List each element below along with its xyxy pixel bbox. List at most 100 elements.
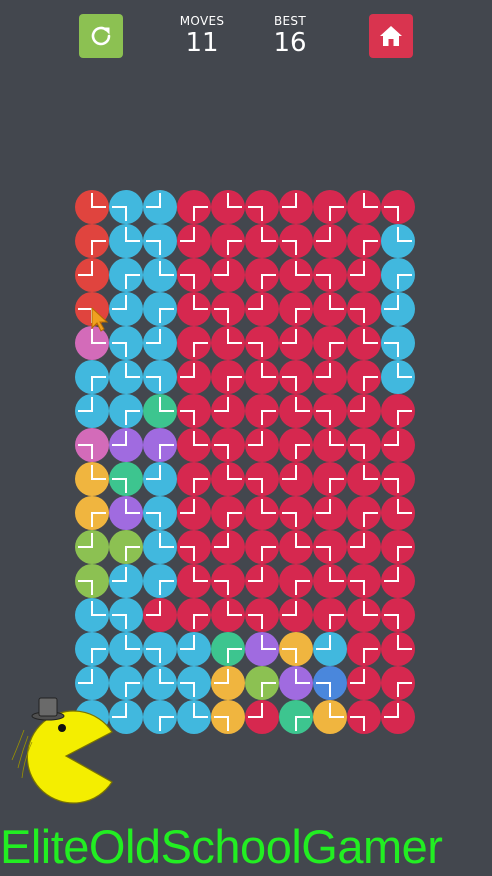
dot-red[interactable] — [381, 394, 415, 428]
dot-green[interactable] — [143, 394, 177, 428]
dot-red[interactable] — [279, 564, 313, 598]
dot-red[interactable] — [245, 258, 279, 292]
dot-red[interactable] — [381, 462, 415, 496]
dot-orange[interactable] — [75, 224, 109, 258]
dot-red[interactable] — [381, 496, 415, 530]
dot-red[interactable] — [211, 360, 245, 394]
dot-yellow[interactable] — [75, 462, 109, 496]
dot-red[interactable] — [177, 564, 211, 598]
dot-red[interactable] — [279, 530, 313, 564]
dot-blue[interactable] — [143, 700, 177, 734]
dot-red[interactable] — [279, 258, 313, 292]
dot-red[interactable] — [279, 360, 313, 394]
dot-red[interactable] — [177, 462, 211, 496]
dot-red[interactable] — [347, 564, 381, 598]
dot-green[interactable] — [279, 700, 313, 734]
dot-blue[interactable] — [109, 360, 143, 394]
dot-red[interactable] — [279, 462, 313, 496]
dot-red[interactable] — [211, 292, 245, 326]
dot-red[interactable] — [347, 666, 381, 700]
dot-blue[interactable] — [381, 258, 415, 292]
dot-red[interactable] — [279, 190, 313, 224]
dot-red[interactable] — [245, 292, 279, 326]
dot-red[interactable] — [279, 292, 313, 326]
dot-red[interactable] — [347, 632, 381, 666]
dot-red[interactable] — [177, 496, 211, 530]
dot-red[interactable] — [347, 326, 381, 360]
dot-red[interactable] — [347, 224, 381, 258]
dot-red[interactable] — [313, 326, 347, 360]
dot-yellow[interactable] — [313, 700, 347, 734]
dot-blue[interactable] — [109, 326, 143, 360]
dot-red[interactable] — [211, 564, 245, 598]
dot-violet[interactable] — [245, 632, 279, 666]
dot-red[interactable] — [177, 258, 211, 292]
dot-blue[interactable] — [75, 360, 109, 394]
dot-red[interactable] — [211, 428, 245, 462]
dot-red[interactable] — [313, 428, 347, 462]
dot-blue[interactable] — [143, 666, 177, 700]
dot-blue[interactable] — [143, 292, 177, 326]
dot-red[interactable] — [211, 190, 245, 224]
dot-red[interactable] — [177, 360, 211, 394]
dot-violet[interactable] — [143, 428, 177, 462]
dot-lime[interactable] — [75, 564, 109, 598]
dot-red[interactable] — [211, 496, 245, 530]
dot-red[interactable] — [211, 462, 245, 496]
dot-red[interactable] — [381, 598, 415, 632]
dot-red[interactable] — [313, 258, 347, 292]
dot-red[interactable] — [347, 258, 381, 292]
dot-red[interactable] — [313, 530, 347, 564]
dot-red[interactable] — [245, 462, 279, 496]
dot-blue[interactable] — [109, 190, 143, 224]
dot-red[interactable] — [381, 428, 415, 462]
home-button[interactable] — [369, 14, 413, 58]
dot-violet[interactable] — [109, 428, 143, 462]
dot-red[interactable] — [245, 190, 279, 224]
dot-red[interactable] — [211, 394, 245, 428]
dot-red[interactable] — [313, 360, 347, 394]
dot-blue[interactable] — [109, 598, 143, 632]
dot-red[interactable] — [245, 700, 279, 734]
dot-red[interactable] — [313, 598, 347, 632]
dot-yellow[interactable] — [211, 666, 245, 700]
dot-blue[interactable] — [143, 496, 177, 530]
dot-red[interactable] — [313, 292, 347, 326]
dot-orange[interactable] — [75, 258, 109, 292]
dot-red[interactable] — [313, 564, 347, 598]
dot-blue[interactable] — [381, 360, 415, 394]
dot-blue[interactable] — [75, 598, 109, 632]
dot-yellow[interactable] — [279, 632, 313, 666]
dot-red[interactable] — [279, 598, 313, 632]
dot-red[interactable] — [381, 666, 415, 700]
restart-button[interactable] — [79, 14, 123, 58]
dot-red[interactable] — [347, 462, 381, 496]
dot-blue[interactable] — [75, 394, 109, 428]
dot-blue[interactable] — [143, 360, 177, 394]
dot-red[interactable] — [381, 530, 415, 564]
dot-red[interactable] — [313, 462, 347, 496]
dot-blue[interactable] — [143, 564, 177, 598]
dot-blue[interactable] — [143, 530, 177, 564]
dot-lime[interactable] — [75, 530, 109, 564]
dot-red[interactable] — [381, 190, 415, 224]
dot-yellow[interactable] — [75, 496, 109, 530]
dot-blue[interactable] — [109, 564, 143, 598]
dot-red[interactable] — [245, 394, 279, 428]
dot-red[interactable] — [177, 292, 211, 326]
dot-red[interactable] — [211, 530, 245, 564]
dot-blue[interactable] — [109, 258, 143, 292]
dot-blue[interactable] — [143, 224, 177, 258]
dot-red[interactable] — [177, 530, 211, 564]
dot-red[interactable] — [347, 700, 381, 734]
dot-red[interactable] — [313, 224, 347, 258]
dot-lime[interactable] — [109, 530, 143, 564]
dot-red[interactable] — [347, 292, 381, 326]
dot-red[interactable] — [245, 530, 279, 564]
dot-blue[interactable] — [143, 632, 177, 666]
dot-blue[interactable] — [177, 700, 211, 734]
dot-blue[interactable] — [313, 632, 347, 666]
dot-red[interactable] — [211, 224, 245, 258]
dot-green[interactable] — [211, 632, 245, 666]
dot-blue[interactable] — [177, 666, 211, 700]
